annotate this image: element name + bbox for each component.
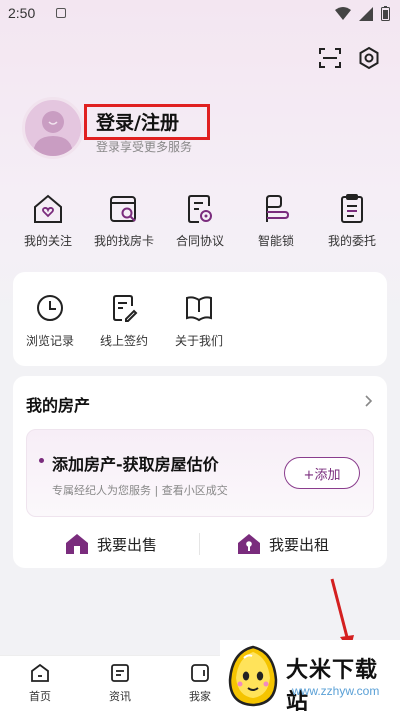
- sell-button[interactable]: 我要出售: [65, 532, 157, 556]
- my-property-card: 我的房产 添加房产-获取房屋估价 专属经纪人为您服务 | 查看小区成交 +添加 …: [13, 376, 387, 568]
- settings-icon[interactable]: [355, 44, 383, 72]
- watermark-title: 大米下载站: [286, 658, 379, 711]
- quick-item-follow[interactable]: 我的关注: [10, 192, 86, 249]
- clock-icon: [37, 295, 63, 321]
- rice-mascot-logo: [228, 645, 278, 707]
- quick-actions: 我的关注 我的找房卡 合同协议 智能锁 我的委托: [10, 192, 390, 249]
- house-heart-icon: [34, 194, 62, 223]
- quick-item-label: 我的关注: [23, 234, 72, 248]
- quick-item-label: 智能锁: [257, 234, 294, 248]
- contract-icon: [188, 195, 212, 223]
- house-sell-icon: [66, 534, 88, 554]
- login-register-link[interactable]: 登录/注册: [96, 108, 179, 135]
- quick-item-label: 合同协议: [175, 234, 224, 248]
- quick-item-search-card[interactable]: 我的找房卡: [86, 192, 162, 249]
- rent-label: 我要出租: [269, 535, 330, 554]
- book-icon: [186, 296, 212, 322]
- my-property-title: 我的房产: [26, 396, 91, 415]
- signal-icon: [359, 6, 373, 21]
- search-card-icon: [110, 196, 136, 222]
- home-icon: [31, 663, 49, 682]
- wifi-icon: [335, 6, 351, 20]
- news-icon: [111, 664, 129, 682]
- login-subtitle: 登录享受更多服务: [96, 140, 193, 154]
- watermark-url: www.zzhyw.com: [292, 684, 380, 698]
- battery-icon: [381, 6, 390, 21]
- quick-item-contract[interactable]: 合同协议: [162, 192, 238, 249]
- tab-home[interactable]: 首页: [10, 662, 70, 704]
- bullet-dot: [39, 458, 44, 463]
- scan-icon[interactable]: [316, 44, 344, 72]
- my-home-icon: [191, 664, 209, 682]
- sell-label: 我要出售: [97, 535, 158, 554]
- divider: [199, 533, 200, 555]
- quick-item-smart-lock[interactable]: 智能锁: [238, 192, 314, 249]
- house-key-icon: [238, 534, 260, 554]
- tab-label: 资讯: [109, 690, 131, 703]
- avatar[interactable]: [22, 97, 84, 159]
- notification-icon: [56, 8, 66, 18]
- sign-icon: [113, 295, 138, 322]
- entrust-icon: [341, 194, 363, 223]
- tool-item-history[interactable]: 浏览记录: [13, 292, 87, 349]
- tool-item-label: 关于我们: [174, 334, 223, 348]
- tools-card: 浏览记录 线上签约 关于我们: [13, 272, 387, 366]
- add-property-title: 添加房产-获取房屋估价: [52, 455, 219, 474]
- quick-item-label: 我的找房卡: [93, 234, 154, 248]
- add-property-banner[interactable]: 添加房产-获取房屋估价 专属经纪人为您服务 | 查看小区成交 +添加: [26, 429, 374, 517]
- status-time: 2:50: [8, 5, 36, 21]
- add-property-button[interactable]: +添加: [284, 457, 360, 489]
- tool-item-sign[interactable]: 线上签约: [87, 292, 161, 349]
- chevron-right-icon[interactable]: [361, 394, 375, 408]
- tab-label: 我家: [189, 690, 211, 703]
- tool-item-about[interactable]: 关于我们: [162, 292, 236, 349]
- quick-item-label: 我的委托: [327, 234, 376, 248]
- add-property-subtitle: 专属经纪人为您服务 | 查看小区成交: [52, 484, 228, 497]
- status-indicators: [335, 6, 390, 21]
- tab-label: 首页: [29, 690, 51, 703]
- rent-button[interactable]: 我要出租: [237, 532, 329, 556]
- tool-item-label: 线上签约: [99, 334, 148, 348]
- status-bar: 2:50: [0, 0, 400, 28]
- quick-item-entrust[interactable]: 我的委托: [314, 192, 390, 249]
- watermark: 大米下载站 www.zzhyw.com: [220, 640, 400, 711]
- tool-item-label: 浏览记录: [25, 334, 74, 348]
- smart-lock-icon: [266, 195, 290, 222]
- tab-news[interactable]: 资讯: [90, 662, 150, 704]
